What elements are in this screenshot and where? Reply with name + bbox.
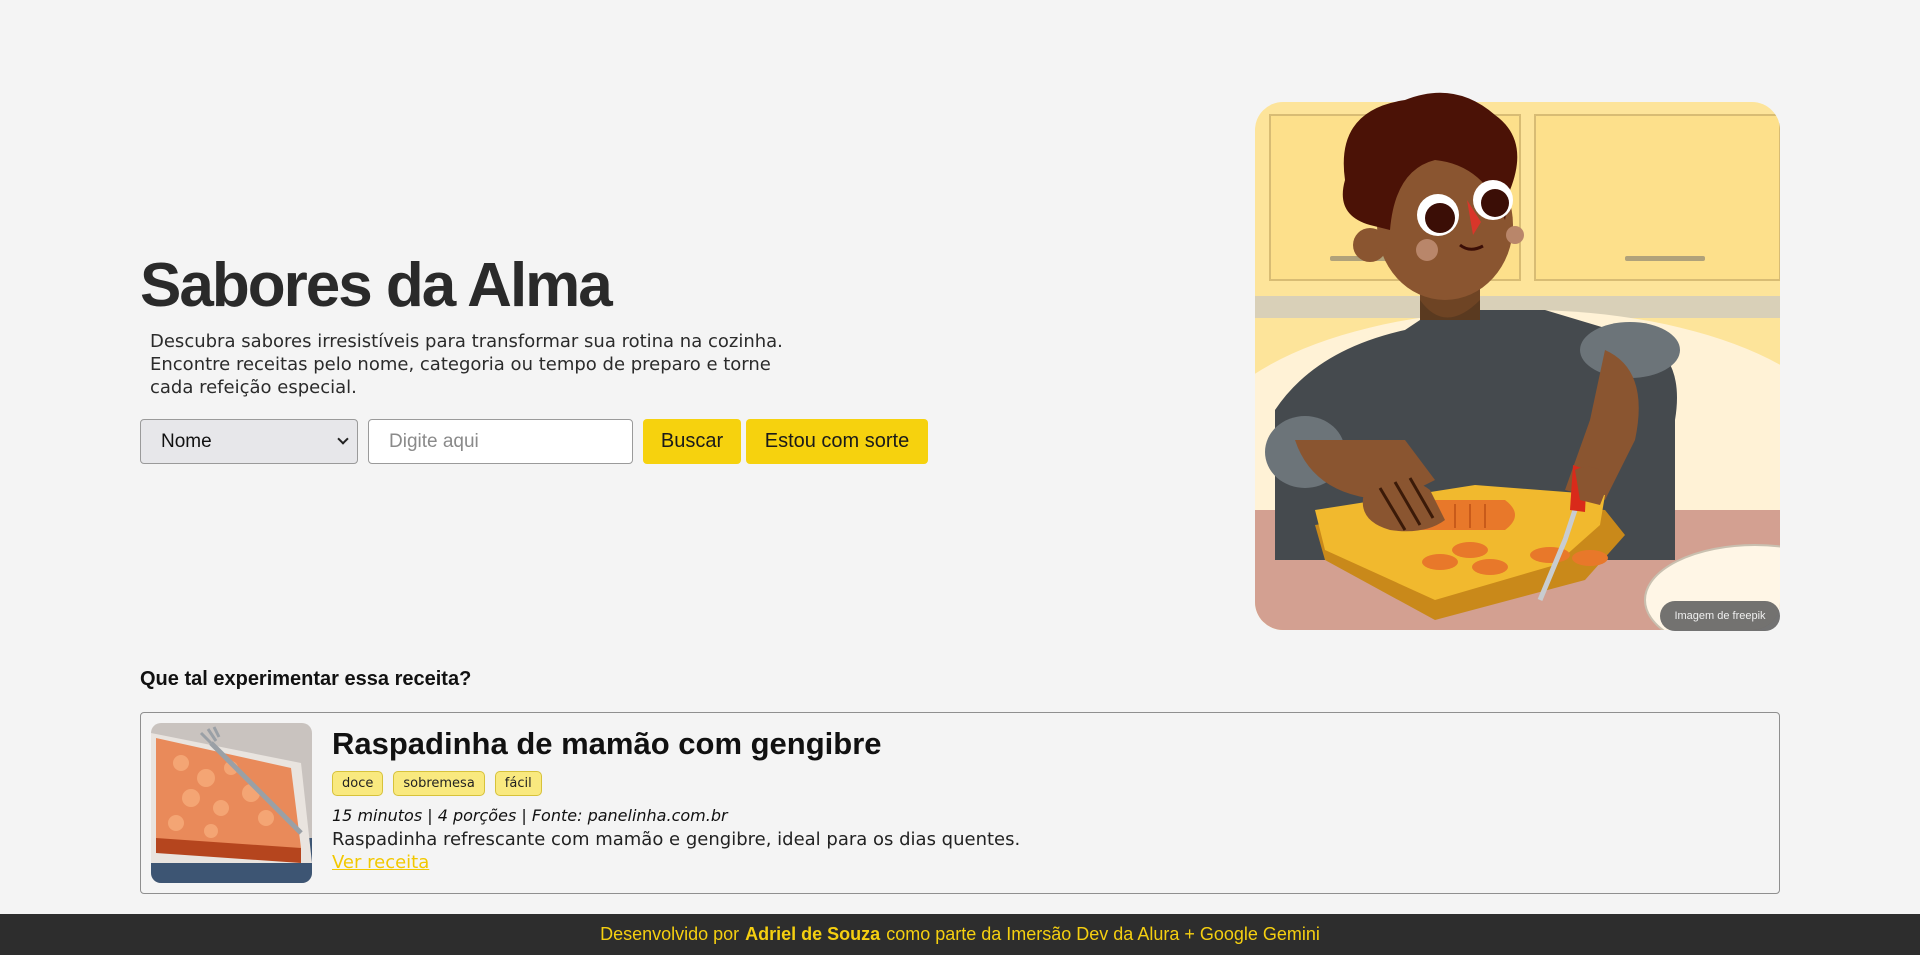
footer: Desenvolvido por Adriel de Souza como pa… bbox=[0, 914, 1920, 955]
page-description: Descubra sabores irresistíveis para tran… bbox=[150, 331, 783, 398]
recipe-meta: 15 minutos | 4 porções | Fonte: panelinh… bbox=[332, 806, 728, 825]
chef-illustration bbox=[1255, 92, 1780, 630]
lucky-button[interactable]: Estou com sorte bbox=[746, 419, 928, 464]
hero-section: Sabores da Alma Descubra sabores irresis… bbox=[140, 250, 1040, 464]
recipe-details: Raspadinha de mamão com gengibre doce so… bbox=[332, 725, 1759, 873]
footer-suffix: como parte da Imersão Dev da Alura + Goo… bbox=[886, 924, 1320, 944]
search-bar: Nome Buscar Estou com sorte bbox=[140, 419, 1040, 464]
recipe-tag: doce bbox=[332, 771, 384, 796]
view-recipe-link[interactable]: Ver receita bbox=[332, 852, 429, 873]
suggestion-heading: Que tal experimentar essa receita? bbox=[140, 668, 472, 690]
page-title: Sabores da Alma bbox=[140, 251, 613, 320]
footer-author[interactable]: Adriel de Souza bbox=[745, 924, 880, 945]
recipe-thumbnail bbox=[151, 723, 312, 883]
search-input[interactable] bbox=[368, 419, 633, 464]
recipe-tags: doce sobremesa fácil bbox=[332, 771, 1759, 796]
recipe-tag: sobremesa bbox=[393, 771, 485, 796]
search-button[interactable]: Buscar bbox=[643, 419, 741, 464]
recipe-card: Raspadinha de mamão com gengibre doce so… bbox=[140, 712, 1780, 894]
chevron-down-icon bbox=[337, 433, 349, 445]
recipe-tag: fácil bbox=[494, 771, 542, 796]
filter-select-value: Nome bbox=[161, 430, 212, 452]
filter-select[interactable]: Nome bbox=[140, 419, 358, 464]
recipe-summary: Raspadinha refrescante com mamão e gengi… bbox=[332, 829, 1021, 850]
image-credit[interactable]: Imagem de freepik bbox=[1660, 601, 1780, 631]
recipe-title: Raspadinha de mamão com gengibre bbox=[332, 726, 882, 761]
footer-prefix: Desenvolvido por bbox=[600, 924, 740, 944]
